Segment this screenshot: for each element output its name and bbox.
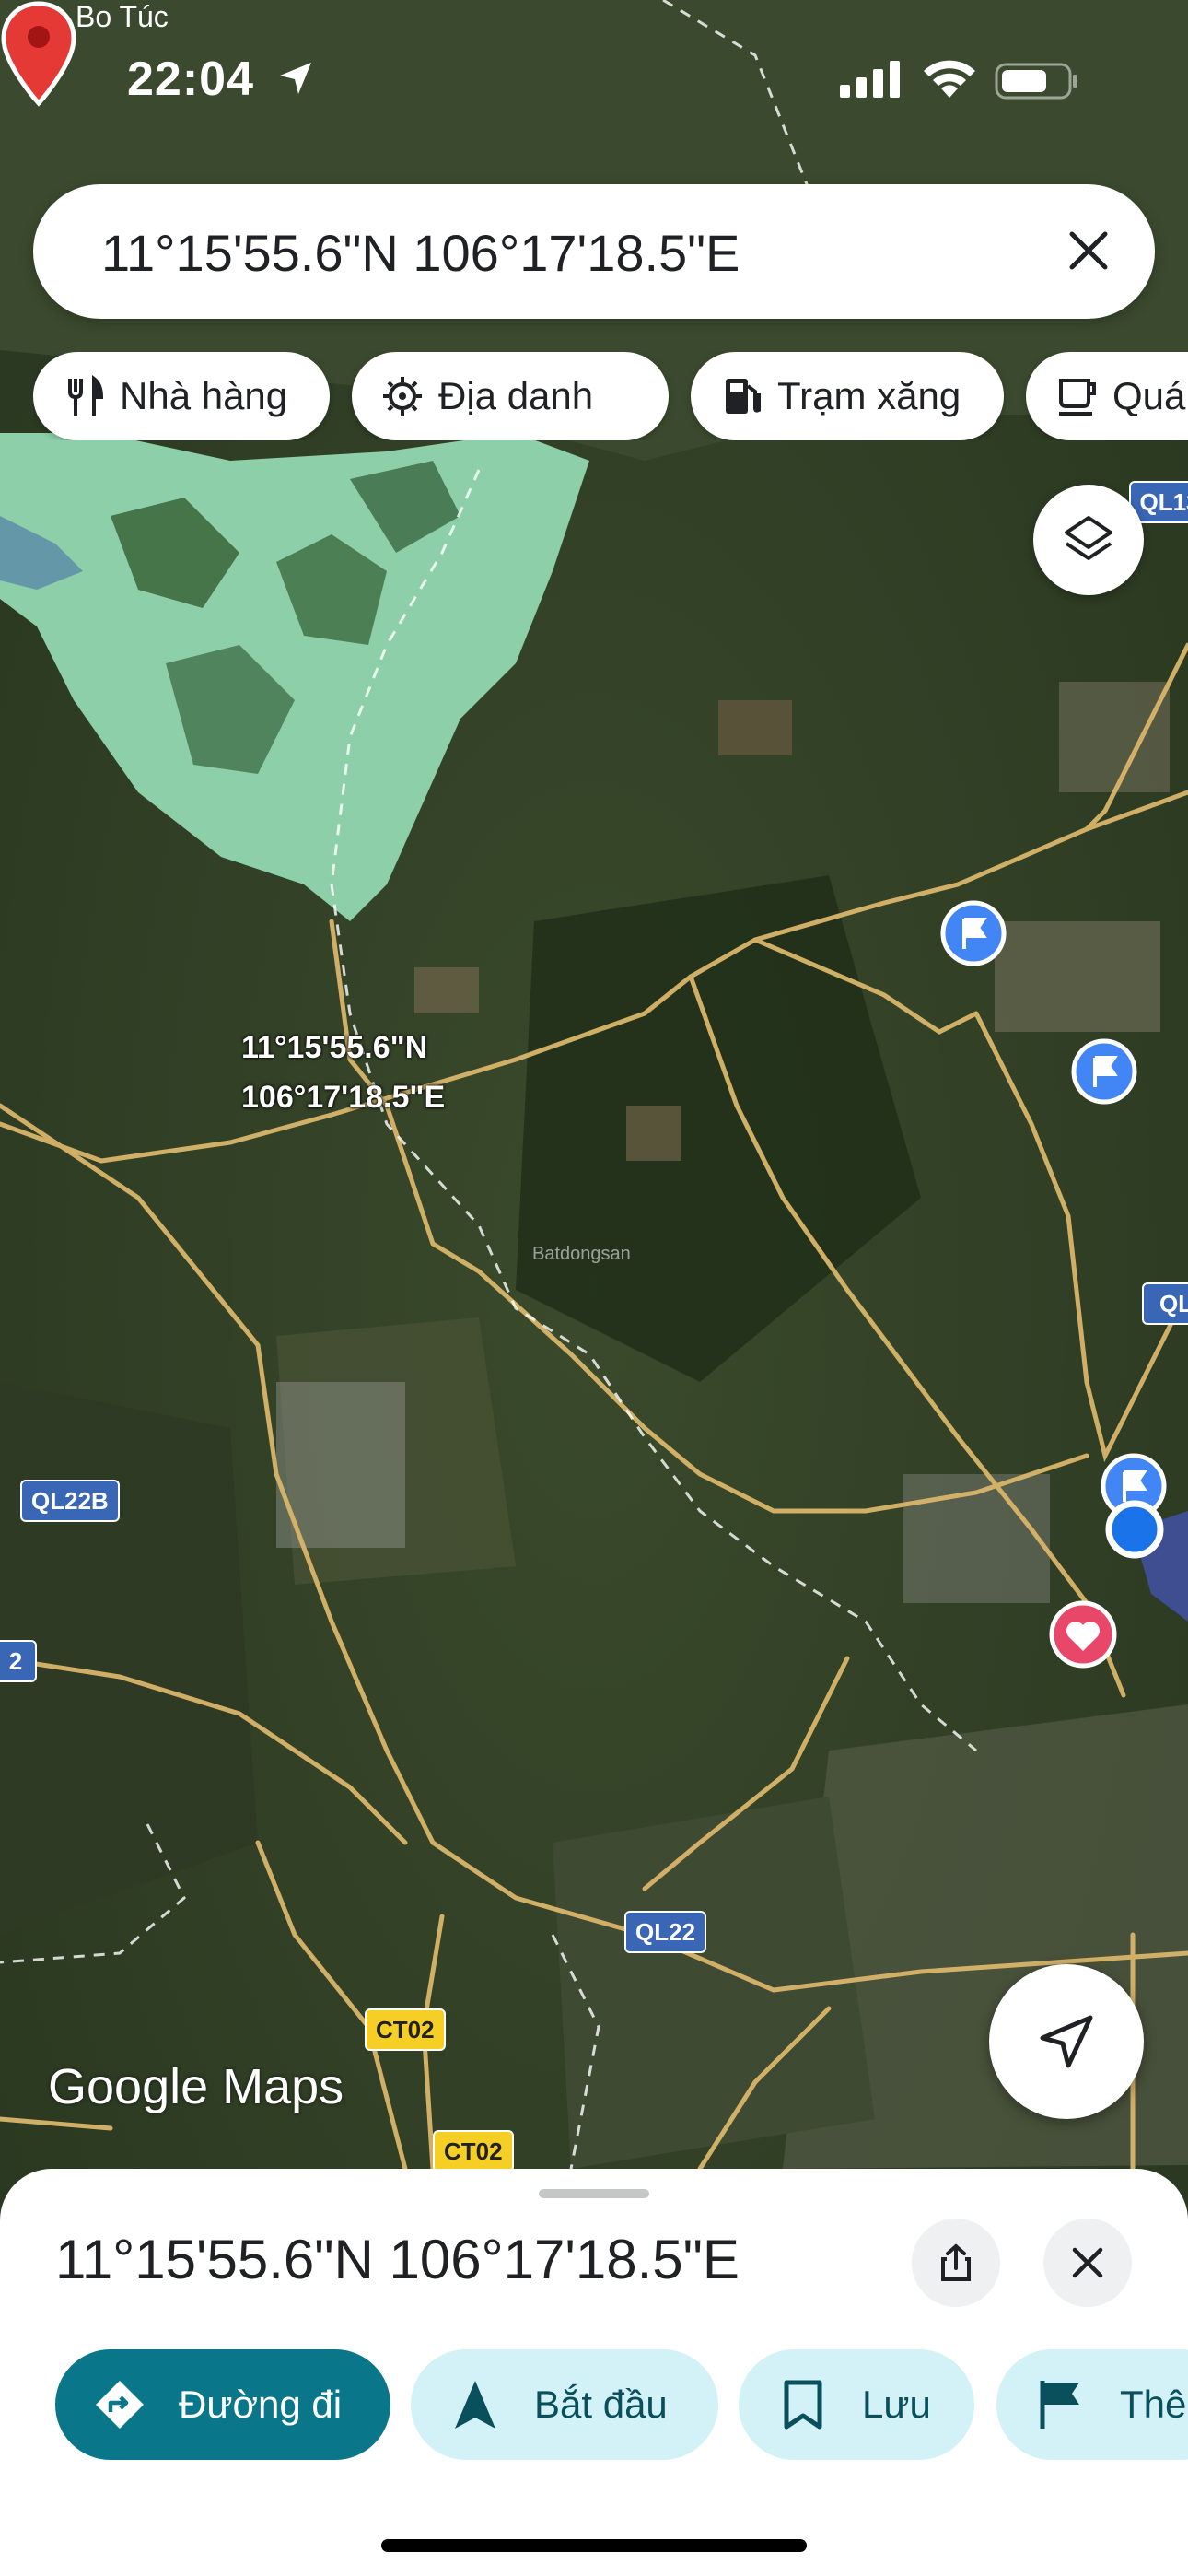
- my-location-button[interactable]: [989, 1964, 1144, 2119]
- chip-cafes[interactable]: Quán: [1026, 352, 1188, 440]
- route-badge-ql22: QL22: [624, 1911, 707, 1953]
- google-maps-logo: Google Maps: [48, 2059, 344, 2114]
- route-label: QL22B: [31, 1486, 109, 1515]
- pin-label: 11°15'55.6"N 106°17'18.5"E: [241, 1023, 445, 1122]
- flag-marker-icon[interactable]: [1070, 1037, 1138, 1106]
- status-bar: Bo Túc 22:04: [0, 0, 1188, 138]
- watermark: Batdongsan: [532, 1244, 631, 1264]
- chip-restaurants[interactable]: Nhà hàng: [33, 352, 330, 440]
- gas-station-icon: [726, 379, 761, 414]
- back-to-app-link[interactable]: Bo Túc: [76, 0, 169, 34]
- route-badge-ct02: CT02: [365, 2008, 446, 2051]
- category-chips: Nhà hàng Địa danh Trạm xăng Quán: [33, 352, 1188, 440]
- action-label: Đường đi: [179, 2383, 343, 2426]
- chip-label: Nhà hàng: [120, 374, 288, 417]
- close-icon: [1072, 2247, 1103, 2278]
- add-label-button[interactable]: Thê: [996, 2349, 1188, 2460]
- chip-label: Địa danh: [438, 374, 594, 417]
- directions-icon: [96, 2381, 144, 2429]
- pin-label-lat: 11°15'55.6"N: [241, 1030, 428, 1065]
- coffee-icon: [1059, 379, 1096, 416]
- battery-icon: [995, 63, 1077, 100]
- route-badge-partial: 2: [0, 1640, 37, 1682]
- navigation-arrow-icon: [1040, 2015, 1093, 2068]
- route-label: QL: [1159, 1289, 1188, 1317]
- location-arrow-icon: [280, 63, 311, 94]
- flag-icon: [1040, 2381, 1079, 2429]
- place-bottom-sheet[interactable]: 11°15'55.6"N 106°17'18.5"E Đường đi Bắt …: [0, 2169, 1188, 2576]
- chip-landmarks[interactable]: Địa danh: [352, 352, 669, 440]
- route-badge-ql: QL: [1142, 1282, 1188, 1325]
- close-icon[interactable]: [1063, 225, 1114, 276]
- fork-knife-icon: [68, 374, 104, 416]
- chip-label: Quán: [1112, 374, 1188, 417]
- flag-marker-icon[interactable]: [939, 899, 1007, 967]
- cellular-signal-icon: [840, 61, 900, 98]
- close-button[interactable]: [1043, 2219, 1132, 2307]
- route-badge-ct02-2: CT02: [433, 2130, 514, 2172]
- route-label: CT02: [376, 2015, 435, 2043]
- landmark-icon: [383, 377, 422, 416]
- layers-icon: [1065, 516, 1112, 560]
- pin-label-lng: 106°17'18.5"E: [241, 1080, 446, 1115]
- home-indicator[interactable]: [381, 2539, 807, 2552]
- route-label: CT02: [444, 2137, 503, 2165]
- directions-button[interactable]: Đường đi: [55, 2349, 390, 2460]
- wifi-icon: [924, 60, 975, 98]
- share-icon: [941, 2243, 971, 2281]
- chip-label: Trạm xăng: [777, 374, 961, 417]
- route-label: QL22: [635, 1917, 696, 1946]
- heart-marker-icon[interactable]: [1048, 1599, 1118, 1669]
- sheet-drag-handle[interactable]: [539, 2189, 649, 2198]
- search-query[interactable]: 11°15'55.6"N 106°17'18.5"E: [101, 223, 740, 283]
- share-button[interactable]: [912, 2219, 1000, 2307]
- navigate-icon: [455, 2381, 495, 2429]
- start-button[interactable]: Bắt đầu: [411, 2349, 718, 2460]
- action-label: Bắt đầu: [534, 2383, 668, 2426]
- bookmark-icon: [784, 2380, 822, 2430]
- action-label: Lưu: [862, 2383, 931, 2426]
- clock: 22:04: [127, 53, 254, 106]
- action-label: Thê: [1120, 2383, 1187, 2426]
- route-label: 2: [8, 1646, 23, 1675]
- layers-button[interactable]: [1033, 485, 1144, 595]
- route-badge-ql22b: QL22B: [20, 1480, 120, 1522]
- route-label: QL13: [1139, 487, 1188, 516]
- place-title: 11°15'55.6"N 106°17'18.5"E: [55, 2229, 740, 2290]
- save-button[interactable]: Lưu: [739, 2349, 974, 2460]
- chip-gas-stations[interactable]: Trạm xăng: [691, 352, 1004, 440]
- search-bar[interactable]: 11°15'55.6"N 106°17'18.5"E: [33, 184, 1155, 319]
